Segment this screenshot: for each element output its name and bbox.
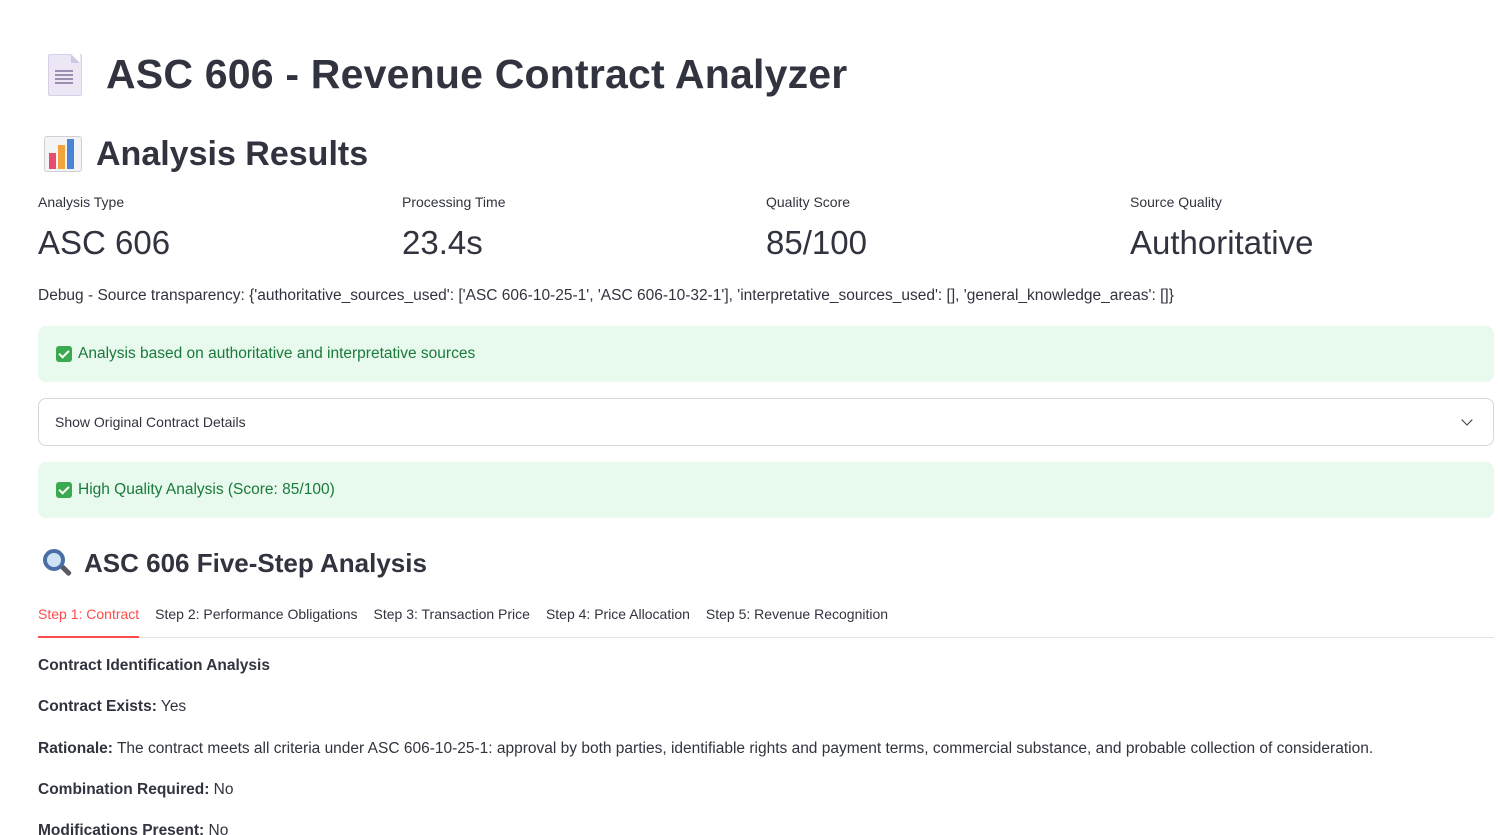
- app-page: ASC 606 - Revenue Contract Analyzer Anal…: [0, 0, 1498, 835]
- quality-alert: High Quality Analysis (Score: 85/100): [38, 462, 1494, 518]
- page-header: ASC 606 - Revenue Contract Analyzer: [46, 46, 847, 102]
- results-header: Analysis Results: [44, 134, 368, 174]
- metric-label: Analysis Type: [38, 194, 125, 210]
- metric-quality-score: Quality Score 85/100: [766, 194, 1130, 262]
- modifications-value: No: [204, 822, 229, 835]
- magnifier-icon: [42, 548, 73, 578]
- modifications-line: Modifications Present: No: [38, 822, 228, 835]
- rationale-line: Rationale: The contract meets all criter…: [38, 740, 1373, 758]
- metric-processing-time: Processing Time 23.4s: [402, 194, 766, 262]
- combination-label: Combination Required:: [38, 781, 210, 798]
- contract-heading-text: Contract Identification Analysis: [38, 657, 270, 674]
- rationale-value: The contract meets all criteria under AS…: [112, 740, 1374, 757]
- chevron-down-icon[interactable]: [1461, 414, 1473, 426]
- contract-details-expander[interactable]: Show Original Contract Details: [38, 398, 1494, 446]
- sources-alert-text: Analysis based on authoritative and inte…: [78, 345, 476, 362]
- debug-text: Debug - Source transparency: {'authorita…: [38, 287, 1174, 304]
- quality-alert-text: High Quality Analysis (Score: 85/100): [78, 481, 335, 498]
- sources-alert: Analysis based on authoritative and inte…: [38, 326, 1494, 382]
- tab-step-3[interactable]: Step 3: Transaction Price: [374, 600, 530, 631]
- metric-source-quality: Source Quality Authoritative: [1130, 194, 1494, 262]
- tab-step-4[interactable]: Step 4: Price Allocation: [546, 600, 690, 631]
- contract-exists-line: Contract Exists: Yes: [38, 698, 186, 716]
- bar-chart-icon: [44, 136, 82, 172]
- rationale-label: Rationale:: [38, 740, 113, 757]
- five-step-heading: ASC 606 Five-Step Analysis: [84, 547, 427, 578]
- combination-line: Combination Required: No: [38, 781, 233, 799]
- tab-step-1[interactable]: Step 1: Contract: [38, 600, 140, 638]
- metric-label: Source Quality: [1130, 194, 1222, 210]
- check-icon: [56, 482, 72, 498]
- contract-exists-value: Yes: [156, 698, 187, 715]
- check-icon: [56, 346, 72, 362]
- results-heading: Analysis Results: [96, 134, 369, 173]
- tab-step-5[interactable]: Step 5: Revenue Recognition: [706, 600, 888, 631]
- tab-step-2[interactable]: Step 2: Performance Obligations: [155, 600, 357, 631]
- metric-value: Authoritative: [1130, 224, 1314, 261]
- contract-heading: Contract Identification Analysis: [38, 657, 270, 675]
- metrics-row: Analysis Type ASC 606 Processing Time 23…: [38, 194, 1494, 262]
- metric-value: ASC 606: [38, 224, 171, 261]
- combination-value: No: [209, 781, 234, 798]
- metric-value: 23.4s: [402, 224, 483, 261]
- contract-exists-label: Contract Exists:: [38, 698, 157, 715]
- page-title: ASC 606 - Revenue Contract Analyzer: [106, 50, 848, 97]
- document-icon: [46, 52, 82, 96]
- step-tabs: Step 1: Contract Step 2: Performance Obl…: [38, 600, 1494, 638]
- modifications-label: Modifications Present:: [38, 822, 205, 835]
- metric-label: Quality Score: [766, 194, 851, 210]
- metric-value: 85/100: [766, 224, 867, 261]
- metric-label: Processing Time: [402, 194, 506, 210]
- expander-label: Show Original Contract Details: [55, 414, 246, 430]
- metric-analysis-type: Analysis Type ASC 606: [38, 194, 402, 262]
- five-step-header: ASC 606 Five-Step Analysis: [42, 546, 427, 580]
